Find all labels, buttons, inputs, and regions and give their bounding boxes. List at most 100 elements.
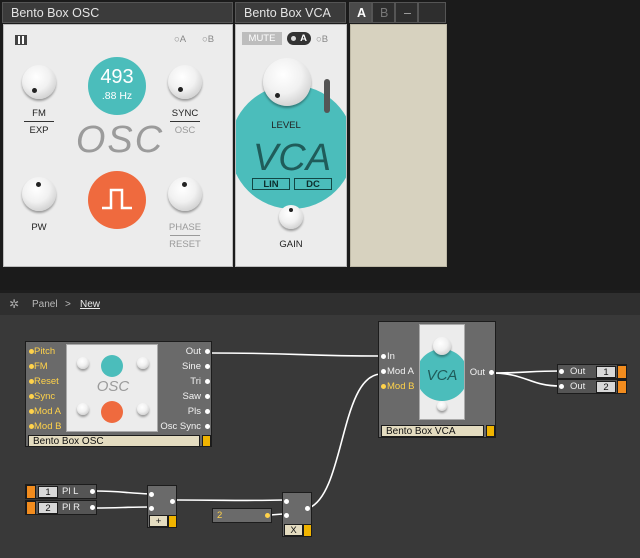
cable-in1-to-add — [94, 490, 151, 495]
mult-out-port-dot[interactable] — [305, 506, 310, 511]
vca-in-mod-a[interactable]: Mod A — [387, 366, 414, 377]
osc-module-menu-button[interactable] — [202, 435, 211, 447]
output-module-2[interactable]: Out 2 — [557, 379, 627, 394]
level-knob[interactable] — [263, 58, 311, 106]
input-number-1[interactable]: 1 — [38, 486, 58, 498]
level-label: LEVEL — [271, 120, 301, 131]
tab-b[interactable]: B — [372, 2, 395, 23]
mult-in-port-dot[interactable] — [284, 499, 289, 504]
frequency-display[interactable]: 493 .88 Hz — [88, 57, 146, 115]
preview-gain-knob — [437, 401, 447, 411]
sync-label: SYNC — [171, 108, 199, 119]
output-module-1[interactable]: Out 1 — [557, 364, 627, 379]
vca-out-port-dot[interactable] — [489, 370, 494, 375]
output-port-dot[interactable] — [559, 384, 564, 389]
osc-in-pitch[interactable]: Pitch — [34, 346, 55, 357]
input-module-1[interactable]: 1 Pl L — [25, 484, 97, 499]
fm-label: FM — [32, 108, 46, 119]
add-in-port-dot[interactable] — [149, 506, 154, 511]
constant-out-port-dot[interactable] — [265, 513, 270, 518]
preview-osc-logo: OSC — [96, 378, 130, 395]
input-module-2[interactable]: 2 Pl R — [25, 500, 97, 515]
vca-module[interactable]: VCA In Mod A Mod B Out Bento Box VCA — [378, 321, 496, 438]
preview-frequency-circle — [101, 355, 123, 377]
vca-header[interactable]: Bento Box VCA — [235, 2, 346, 23]
osc-out-saw[interactable]: Saw — [183, 391, 201, 402]
output-menu-button-2[interactable] — [617, 380, 627, 394]
mult-in-port-dot[interactable] — [284, 513, 289, 518]
input-menu-button-2[interactable] — [26, 501, 36, 515]
osc-out-port-dot[interactable] — [205, 364, 210, 369]
osc-logo: OSC — [75, 119, 165, 161]
level-meter — [324, 79, 330, 113]
osc-select-a[interactable]: ○A — [174, 34, 186, 45]
vca-module-name[interactable]: Bento Box VCA — [381, 425, 484, 437]
tab-minus[interactable]: – — [395, 2, 418, 23]
multiply-menu-button[interactable] — [303, 524, 312, 537]
add-module[interactable]: + — [147, 485, 177, 528]
output-label-1: Out — [570, 366, 586, 377]
vca-select-b[interactable]: ○B — [316, 34, 328, 45]
vca-select-a[interactable]: A — [287, 32, 311, 45]
osc-out-out[interactable]: Out — [186, 346, 201, 357]
gain-knob[interactable] — [279, 205, 303, 229]
patch-area[interactable]: ✲ Panel > New OSC Pitch FM Reset Sync Mo… — [0, 293, 640, 558]
output-port-dot[interactable] — [559, 369, 564, 374]
vca-in-port-dot[interactable] — [381, 354, 386, 359]
phase-label: PHASE — [168, 222, 202, 233]
constant-module[interactable]: 2 — [212, 508, 272, 523]
osc-out-port-dot[interactable] — [205, 409, 210, 414]
multiply-label[interactable]: X — [284, 524, 303, 536]
lin-button[interactable]: LIN — [252, 178, 290, 190]
add-in-port-dot[interactable] — [149, 492, 154, 497]
osc-in-mod-a[interactable]: Mod A — [34, 406, 61, 417]
osc-out-port-dot[interactable] — [205, 394, 210, 399]
multiply-module[interactable]: X — [282, 492, 312, 537]
vca-in-mod-b[interactable]: Mod B — [387, 381, 414, 392]
input-number-2[interactable]: 2 — [38, 502, 58, 514]
phase-knob[interactable] — [168, 177, 202, 211]
output-number-2[interactable]: 2 — [596, 381, 616, 393]
vca-in-in[interactable]: In — [387, 351, 395, 362]
vca-module-menu-button[interactable] — [486, 425, 495, 437]
output-number-1[interactable]: 1 — [596, 366, 616, 378]
constant-value[interactable]: 2 — [217, 510, 222, 521]
input-port-dot[interactable] — [90, 489, 95, 494]
osc-out-port-dot[interactable] — [205, 379, 210, 384]
osc-out-tri[interactable]: Tri — [190, 376, 201, 387]
osc-out-osc-sync[interactable]: Osc Sync — [160, 421, 201, 432]
vca-in-port-dot[interactable] — [381, 369, 386, 374]
osc-out-pls[interactable]: Pls — [188, 406, 201, 417]
osc-out-port-dot[interactable] — [205, 349, 210, 354]
vca-in-port-dot[interactable] — [381, 384, 386, 389]
osc-in-sync[interactable]: Sync — [34, 391, 55, 402]
input-menu-button-1[interactable] — [26, 485, 36, 499]
exp-label[interactable]: EXP — [19, 125, 59, 136]
input-port-dot[interactable] — [90, 505, 95, 510]
osc-select-b[interactable]: ○B — [202, 34, 214, 45]
waveform-selector[interactable] — [88, 171, 146, 229]
mute-button[interactable]: MUTE — [242, 32, 282, 45]
dc-button[interactable]: DC — [294, 178, 332, 190]
output-menu-button-1[interactable] — [617, 365, 627, 379]
sync-knob[interactable] — [168, 65, 202, 99]
empty-rack-slot[interactable] — [350, 24, 447, 267]
tab-a[interactable]: A — [349, 2, 372, 23]
osc-sync-mode-label[interactable]: OSC — [165, 125, 205, 136]
osc-module[interactable]: OSC Pitch FM Reset Sync Mod A Mod B Out … — [25, 341, 212, 447]
fm-knob[interactable] — [22, 65, 56, 99]
vca-out-out[interactable]: Out — [470, 367, 485, 378]
add-out-port-dot[interactable] — [170, 499, 175, 504]
osc-module-name[interactable]: Bento Box OSC — [28, 435, 200, 447]
osc-in-mod-b[interactable]: Mod B — [34, 421, 61, 432]
osc-in-reset[interactable]: Reset — [34, 376, 59, 387]
osc-title: Bento Box OSC — [11, 6, 100, 20]
osc-out-sine[interactable]: Sine — [182, 361, 201, 372]
osc-in-fm[interactable]: FM — [34, 361, 48, 372]
osc-header[interactable]: Bento Box OSC — [2, 2, 233, 23]
add-menu-button[interactable] — [168, 515, 177, 528]
reset-label[interactable]: RESET — [163, 239, 207, 250]
osc-out-port-dot[interactable] — [205, 424, 210, 429]
add-label[interactable]: + — [149, 515, 168, 527]
pw-knob[interactable] — [22, 177, 56, 211]
